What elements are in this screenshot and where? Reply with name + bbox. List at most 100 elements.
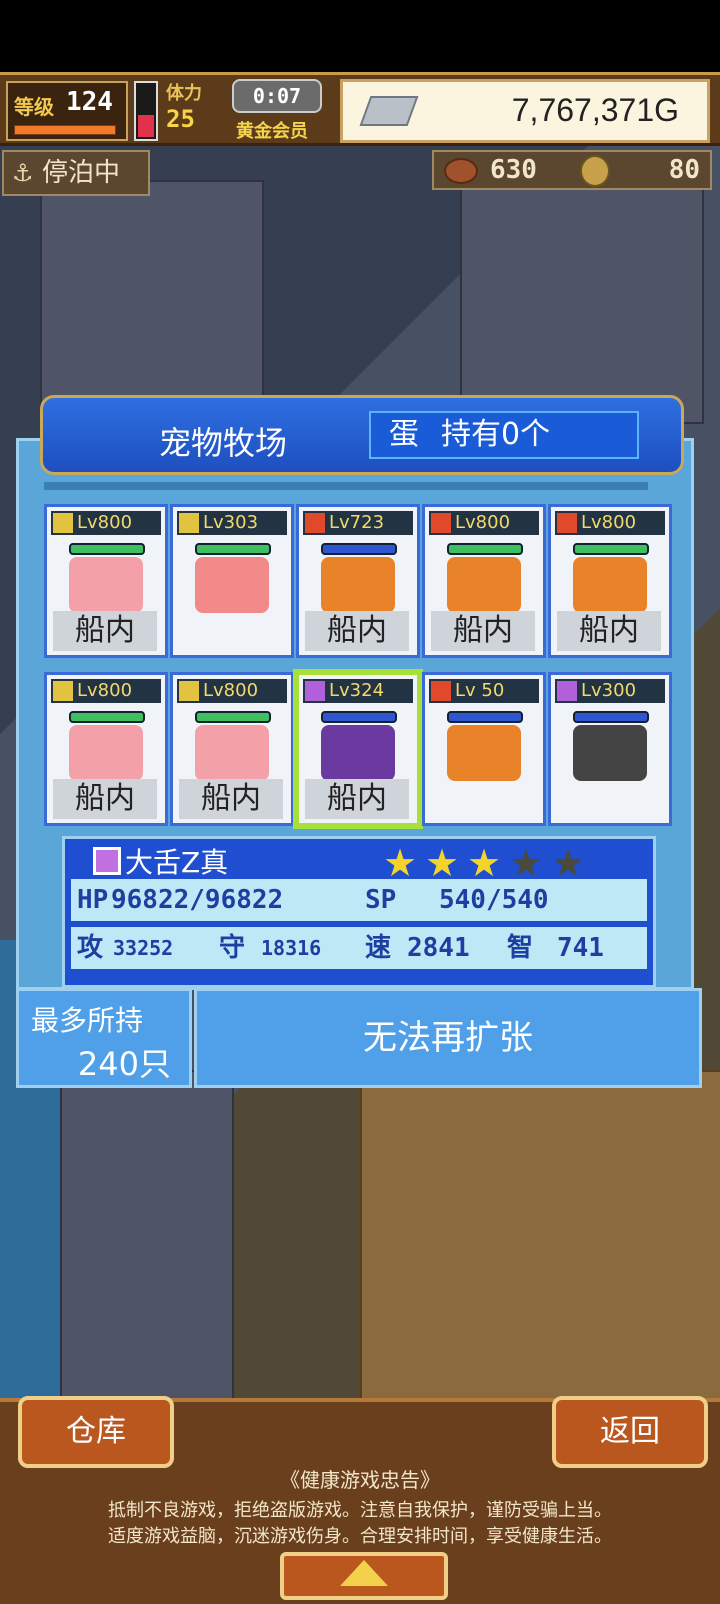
- int-label: 智: [507, 933, 534, 963]
- dialog-header: 宠物牧场 蛋 持有0个: [40, 395, 684, 475]
- health-notice-line: 抵制不良游戏，拒绝盗版游戏。注意自我保护，谨防受骗上当。: [108, 1500, 612, 1521]
- element-icon: [557, 513, 577, 533]
- pet-sprite: [321, 725, 395, 781]
- pet-sprite: [447, 725, 521, 781]
- expand-menu-button[interactable]: [280, 1552, 448, 1600]
- ship-deck: [360, 1070, 720, 1404]
- pet-sprite: [69, 557, 143, 613]
- pet-name: 大舌Z真: [125, 846, 229, 879]
- pet-info-panel: 大舌Z真 HP 96822/96822 SP 540/540 攻 33252 守…: [62, 836, 656, 988]
- element-icon: [557, 681, 577, 701]
- egg-count: 持有0个: [441, 417, 551, 452]
- dialog-title: 宠物牧场: [159, 424, 288, 462]
- pet-location: 船内: [431, 611, 535, 651]
- element-icon: [179, 681, 199, 701]
- star-empty-icon: ★: [509, 841, 544, 885]
- hp-value: 96822/96822: [111, 885, 284, 915]
- element-icon: [179, 513, 199, 533]
- egg-count-box[interactable]: 蛋 持有0个: [369, 411, 639, 459]
- level-bar: Lv800: [555, 511, 665, 535]
- pet-card[interactable]: Lv800 船内: [44, 504, 168, 658]
- pet-level: Lv723: [329, 512, 385, 533]
- pet-location: 船内: [557, 611, 661, 651]
- element-icon: [53, 513, 73, 533]
- gold-panel[interactable]: 7,767,371G: [340, 79, 710, 143]
- pet-card[interactable]: Lv800 船内: [170, 672, 294, 826]
- pet-card[interactable]: Lv800 船内: [422, 504, 546, 658]
- stamina-fill: [138, 115, 154, 137]
- max-capacity-value: 240只: [77, 1045, 171, 1083]
- pet-card[interactable]: Lv 50: [422, 672, 546, 826]
- pet-level: Lv300: [581, 680, 637, 701]
- medal-value: 80: [668, 155, 700, 185]
- level-bar: Lv 50: [429, 679, 539, 703]
- egg-label: 蛋: [389, 417, 419, 452]
- castle-wall: [40, 180, 264, 424]
- pet-card[interactable]: Lv723 船内: [296, 504, 420, 658]
- gold-value: 7,767,371G: [511, 92, 679, 128]
- level-bar: Lv800: [429, 511, 539, 535]
- moored-label: 停泊中: [42, 158, 121, 188]
- hp-bar: [69, 711, 145, 723]
- anchor-icon: ⚓: [12, 159, 34, 187]
- int-value: 741: [557, 933, 604, 963]
- pet-sprite: [195, 557, 269, 613]
- pet-location: 船内: [53, 611, 157, 651]
- pet-level: Lv800: [455, 512, 511, 533]
- def-value: 18316: [261, 936, 322, 960]
- stamina-label: 体力: [166, 83, 202, 104]
- stamina-gauge: [134, 81, 158, 141]
- resource-bar: 630 80: [432, 150, 712, 190]
- hp-bar: [321, 711, 397, 723]
- pet-level: Lv800: [581, 512, 637, 533]
- pet-location: 船内: [305, 779, 409, 819]
- status-bar: 等级 124 体力 25 0:07 黄金会员 7,767,371G: [0, 72, 720, 146]
- def-label: 守: [219, 933, 246, 963]
- star-empty-icon: ★: [551, 841, 586, 885]
- silver-bar-icon: [359, 96, 419, 126]
- level-bar: Lv300: [555, 679, 665, 703]
- hp-label: HP: [77, 885, 109, 915]
- up-arrow-icon: [340, 1560, 388, 1586]
- pet-sprite: [69, 725, 143, 781]
- level-label: 等级: [14, 95, 54, 119]
- hp-bar: [573, 543, 649, 555]
- pet-card[interactable]: Lv303: [170, 504, 294, 658]
- pet-card[interactable]: Lv800 船内: [44, 672, 168, 826]
- pet-card[interactable]: Lv324 船内: [293, 669, 423, 829]
- atk-label: 攻: [77, 933, 104, 963]
- element-icon: [53, 681, 73, 701]
- max-capacity-label: 最多所持: [31, 1004, 144, 1037]
- castle-tower: [60, 1070, 234, 1404]
- warehouse-button[interactable]: 仓库: [18, 1396, 174, 1468]
- element-icon: [93, 847, 121, 875]
- vip-badge[interactable]: 黄金会员: [236, 117, 308, 143]
- expand-button[interactable]: 无法再扩张: [194, 988, 702, 1088]
- pet-level: Lv800: [77, 512, 133, 533]
- pet-level: Lv324: [329, 680, 385, 701]
- medal-icon: [580, 155, 610, 187]
- back-button[interactable]: 返回: [552, 1396, 708, 1468]
- pet-card[interactable]: Lv800 船内: [548, 504, 672, 658]
- hp-sp-row: HP 96822/96822 SP 540/540: [71, 879, 647, 921]
- meat-value: 630: [490, 155, 537, 185]
- pet-sprite: [573, 725, 647, 781]
- castle-wall: [460, 170, 704, 424]
- pet-level: Lv800: [203, 680, 259, 701]
- element-icon: [431, 513, 451, 533]
- pet-level: Lv 50: [455, 680, 505, 701]
- pet-card[interactable]: Lv300: [548, 672, 672, 826]
- hp-bar: [573, 711, 649, 723]
- attributes-row: 攻 33252 守 18316 速 2841 智 741: [71, 927, 647, 969]
- pet-level: Lv303: [203, 512, 259, 533]
- pet-sprite: [573, 557, 647, 613]
- bottom-bar: 仓库 返回 《健康游戏忠告》 抵制不良游戏，拒绝盗版游戏。注意自我保护，谨防受骗…: [0, 1396, 720, 1604]
- moored-status[interactable]: ⚓ 停泊中: [2, 150, 150, 196]
- scroll-progress: [44, 482, 648, 490]
- pet-sprite: [447, 557, 521, 613]
- hp-bar: [195, 543, 271, 555]
- hp-bar: [447, 711, 523, 723]
- sp-label: SP: [365, 885, 397, 915]
- spd-label: 速: [365, 933, 392, 963]
- star-filled-icon: ★: [467, 841, 502, 885]
